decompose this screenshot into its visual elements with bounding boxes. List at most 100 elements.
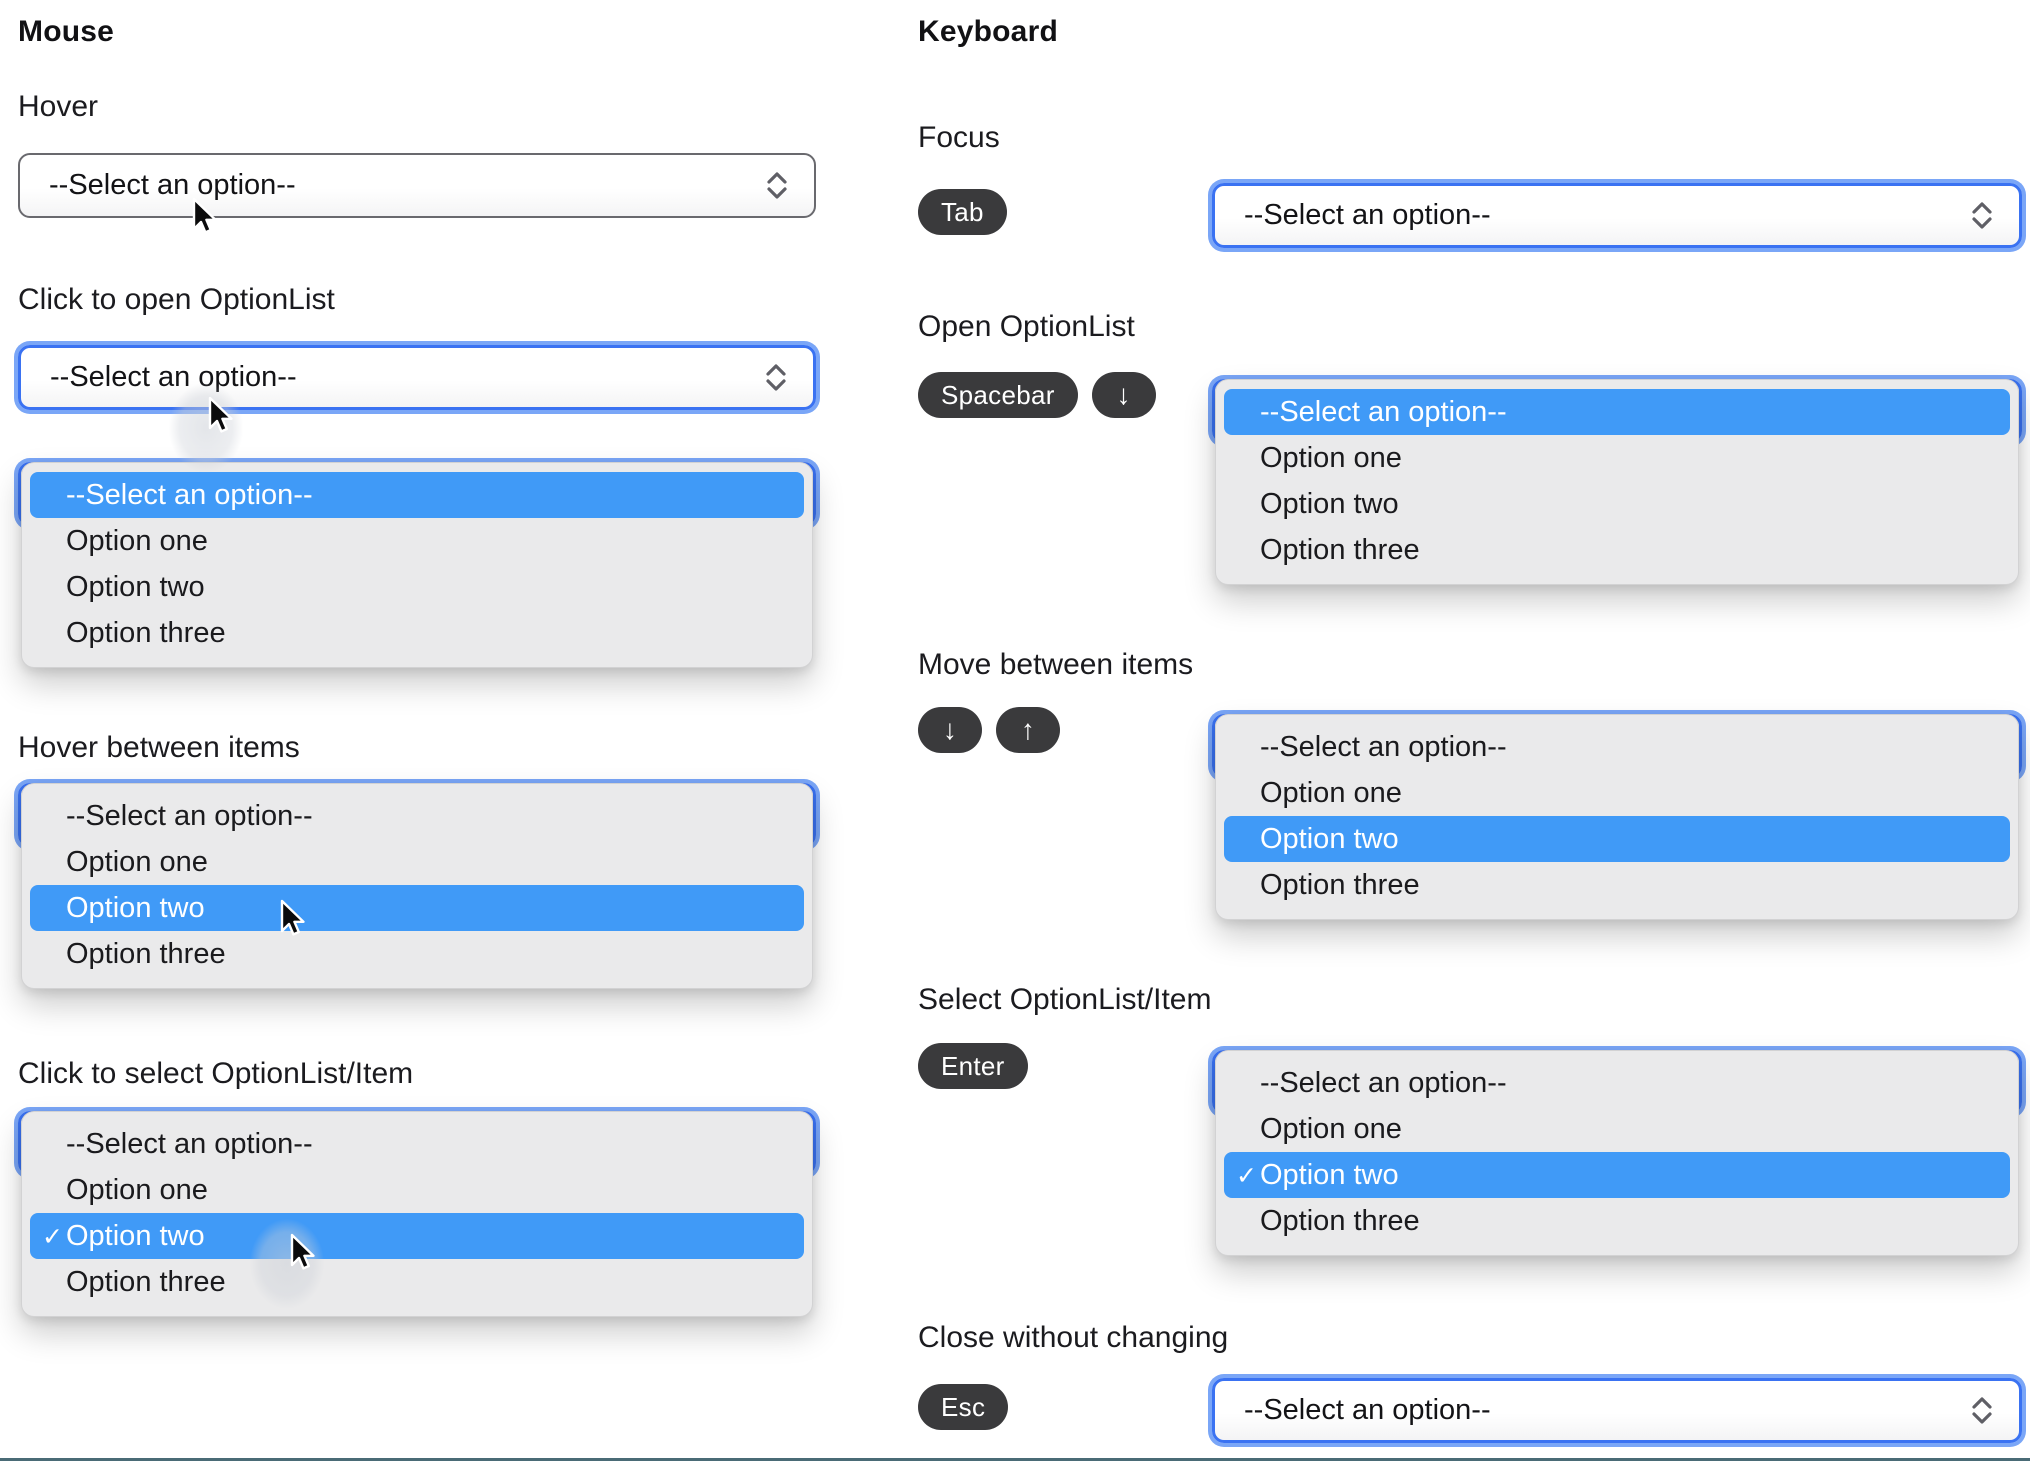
- option-label: --Select an option--: [1260, 1066, 1507, 1099]
- opened-optionlist-illustration: --Select an option-- Option one Option t…: [11, 462, 823, 668]
- option-item[interactable]: Option three: [30, 610, 804, 656]
- option-label: Option two: [66, 1219, 205, 1252]
- select-value: --Select an option--: [50, 361, 297, 393]
- cursor-icon: [208, 396, 233, 433]
- close-section-label: Close without changing: [918, 1321, 1229, 1354]
- option-label: Option three: [66, 616, 226, 649]
- option-item[interactable]: Option two: [1224, 481, 2010, 527]
- option-item[interactable]: --Select an option--: [30, 1121, 804, 1167]
- option-item[interactable]: Option three: [1224, 527, 2010, 573]
- key-pills: Spacebar ↓: [918, 366, 1212, 418]
- option-label: --Select an option--: [66, 799, 313, 832]
- focus-select[interactable]: --Select an option--: [1212, 183, 2022, 248]
- keyboard-column: Keyboard Focus Tab --Select an option-- …: [918, 12, 2022, 1443]
- mouse-column: Mouse Hover --Select an option-- Click t…: [18, 12, 816, 1322]
- open-section-label: Open OptionList: [918, 310, 1135, 343]
- checkmark-icon: ✓: [42, 1223, 63, 1251]
- option-list: --Select an option-- Option one Option t…: [1215, 379, 2019, 585]
- option-label: Option two: [66, 570, 205, 603]
- move-section-label: Move between items: [918, 648, 1194, 681]
- option-label: Option two: [1260, 822, 1399, 855]
- select-value: --Select an option--: [1244, 199, 1491, 231]
- opened-optionlist-illustration: --Select an option-- Option one Option t…: [1205, 714, 2029, 920]
- option-item[interactable]: Option three: [30, 1259, 804, 1305]
- chevron-up-down-icon: [1972, 1397, 1992, 1424]
- option-label: Option one: [66, 1173, 208, 1206]
- option-item[interactable]: --Select an option--: [30, 793, 804, 839]
- option-label: Option one: [1260, 776, 1402, 809]
- option-list: --Select an option-- Option one Option t…: [21, 462, 813, 668]
- key-pills: Tab: [918, 183, 1212, 235]
- opened-optionlist-illustration: --Select an option-- Option one Option t…: [1205, 379, 2029, 585]
- move-row: ↓ ↑ --Select an option-- Option one Opti…: [918, 701, 2022, 920]
- option-item[interactable]: --Select an option--: [1224, 724, 2010, 770]
- next-section-top-edge: [0, 1458, 2030, 1471]
- option-label: --Select an option--: [66, 1127, 313, 1160]
- option-item[interactable]: Option one: [1224, 435, 2010, 481]
- option-item[interactable]: Option two: [30, 564, 804, 610]
- option-label: Option two: [1260, 487, 1399, 520]
- option-label: Option three: [1260, 533, 1420, 566]
- option-item-selected[interactable]: ✓ Option two: [1224, 1152, 2010, 1198]
- focus-section-label: Focus: [918, 121, 1000, 154]
- select-section-label: Select OptionList/Item: [918, 983, 1212, 1016]
- opened-optionlist-illustration: --Select an option-- Option one ✓ Option…: [1205, 1050, 2029, 1256]
- option-label: Option three: [66, 1265, 226, 1298]
- opened-optionlist-illustration: --Select an option-- Option one Option t…: [11, 783, 823, 989]
- esc-key-pill: Esc: [918, 1384, 1009, 1430]
- key-pills: Esc: [918, 1378, 1212, 1430]
- option-item[interactable]: --Select an option--: [1224, 389, 2010, 435]
- option-item[interactable]: Option three: [1224, 1198, 2010, 1244]
- hover-select[interactable]: --Select an option--: [18, 153, 816, 234]
- open-row: Spacebar ↓ --Select an option-- Option o…: [918, 366, 2022, 585]
- option-label: Option two: [66, 891, 205, 924]
- option-item[interactable]: Option one: [30, 518, 804, 564]
- option-label: Option one: [1260, 1112, 1402, 1145]
- option-item[interactable]: Option three: [30, 931, 804, 977]
- checkmark-icon: ✓: [1236, 1162, 1257, 1190]
- option-label: --Select an option--: [1260, 730, 1507, 763]
- select-value: --Select an option--: [49, 169, 296, 201]
- option-item[interactable]: Option one: [30, 1167, 804, 1213]
- spacebar-key-pill: Spacebar: [918, 372, 1078, 418]
- arrow-up-key-pill: ↑: [996, 707, 1060, 753]
- arrow-down-key-pill: ↓: [918, 707, 982, 753]
- option-label: Option one: [66, 524, 208, 557]
- mouse-heading: Mouse: [18, 15, 115, 48]
- select-value: --Select an option--: [1244, 1394, 1491, 1426]
- tab-key-pill: Tab: [918, 189, 1007, 235]
- option-item[interactable]: --Select an option--: [1224, 1060, 2010, 1106]
- option-item[interactable]: Option one: [30, 839, 804, 885]
- option-item[interactable]: Option two: [1224, 816, 2010, 862]
- option-list: --Select an option-- Option one ✓ Option…: [21, 1111, 813, 1317]
- option-label: Option three: [66, 937, 226, 970]
- opened-optionlist-illustration: --Select an option-- Option one ✓ Option…: [11, 1111, 823, 1322]
- close-select[interactable]: --Select an option--: [1212, 1378, 2022, 1443]
- key-pills: Enter: [918, 1037, 1212, 1089]
- option-list: --Select an option-- Option one ✓ Option…: [1215, 1050, 2019, 1256]
- option-list: --Select an option-- Option one Option t…: [1215, 714, 2019, 920]
- hover-items-section-label: Hover between items: [18, 731, 300, 764]
- option-list: --Select an option-- Option one Option t…: [21, 783, 813, 989]
- click-select-section-label: Click to select OptionList/Item: [18, 1057, 414, 1090]
- option-label: --Select an option--: [1260, 395, 1507, 428]
- click-open-section-label: Click to open OptionList: [18, 283, 335, 316]
- option-item-selected[interactable]: ✓ Option two: [30, 1213, 804, 1259]
- option-item[interactable]: Option one: [1224, 1106, 2010, 1152]
- option-label: Option one: [66, 845, 208, 878]
- click-open-select[interactable]: --Select an option--: [18, 345, 816, 486]
- hover-section-label: Hover: [18, 90, 99, 123]
- chevron-up-down-icon: [1972, 202, 1992, 229]
- option-item[interactable]: Option three: [1224, 862, 2010, 908]
- arrow-down-key-pill: ↓: [1091, 372, 1156, 418]
- option-label: Option two: [1260, 1158, 1399, 1191]
- option-item[interactable]: Option two: [30, 885, 804, 931]
- option-item[interactable]: Option one: [1224, 770, 2010, 816]
- enter-key-pill: Enter: [918, 1043, 1028, 1089]
- option-label: Option three: [1260, 868, 1420, 901]
- close-row: Esc --Select an option--: [918, 1378, 2022, 1443]
- chevron-up-down-icon: [767, 172, 787, 199]
- option-label: --Select an option--: [66, 478, 313, 511]
- chevron-up-down-icon: [766, 364, 786, 391]
- option-item[interactable]: --Select an option--: [30, 472, 804, 518]
